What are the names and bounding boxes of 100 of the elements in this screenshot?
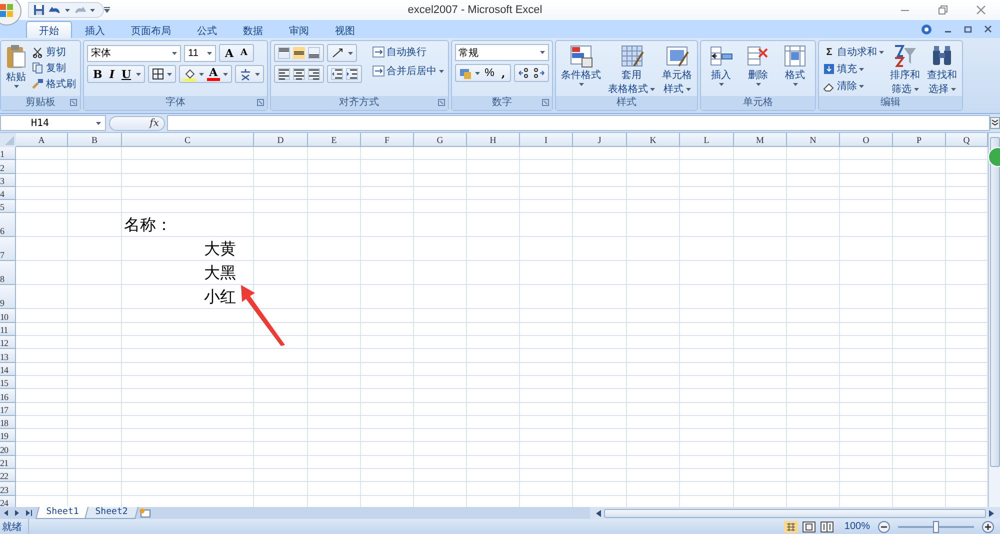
sheet-tab[interactable]: Sheet2: [84, 507, 138, 519]
ribbon-button[interactable]: 单元格 样式: [660, 44, 694, 96]
underline-button[interactable]: U: [119, 68, 134, 80]
insert-function-button[interactable]: fx: [109, 116, 165, 130]
ribbon-button[interactable]: 清除: [822, 78, 886, 94]
row-header[interactable]: 20: [0, 442, 16, 456]
row-header[interactable]: 13: [0, 349, 16, 363]
row-header[interactable]: 23: [0, 482, 16, 496]
font-color-button[interactable]: A: [207, 67, 220, 81]
help-icon[interactable]: [921, 24, 932, 34]
ribbon-button[interactable]: 填充: [822, 61, 886, 77]
row-header[interactable]: 8: [0, 261, 16, 286]
zoom-out-icon[interactable]: [878, 520, 890, 532]
row-header[interactable]: 5: [0, 200, 16, 214]
row-header[interactable]: 12: [0, 336, 16, 350]
row-header[interactable]: 10: [0, 309, 16, 323]
ribbon-button[interactable]: 排序和 筛选: [888, 44, 922, 96]
last-sheet-icon[interactable]: [26, 509, 33, 517]
dialog-launcher-icon[interactable]: [70, 99, 77, 106]
ribbon-button[interactable]: 复制: [31, 60, 77, 76]
font-name-dropdown[interactable]: 宋体: [87, 44, 181, 62]
ribbon-button[interactable]: 套用 表格格式: [606, 44, 658, 96]
restore-icon[interactable]: [964, 25, 972, 33]
restore-icon[interactable]: [938, 5, 948, 15]
expand-icon[interactable]: [990, 117, 1000, 129]
scroll-thumb[interactable]: [990, 137, 1000, 467]
ribbon-tab[interactable]: 插入: [72, 21, 118, 38]
row-header[interactable]: 3: [0, 174, 16, 187]
row-header[interactable]: 19: [0, 429, 16, 442]
column-header[interactable]: C: [122, 133, 254, 147]
column-header[interactable]: K: [627, 133, 680, 147]
row-header[interactable]: 18: [0, 416, 16, 430]
row-header[interactable]: 7: [0, 237, 16, 262]
name-box[interactable]: H14: [0, 115, 106, 131]
ribbon-button[interactable]: 插入: [704, 44, 738, 86]
row-header[interactable]: 21: [0, 456, 16, 470]
zoom-level[interactable]: 100%: [844, 521, 870, 532]
decrease-decimal-icon[interactable]: [533, 67, 546, 79]
customize-icon[interactable]: [104, 7, 110, 13]
column-header[interactable]: J: [573, 133, 627, 147]
column-header[interactable]: G: [414, 133, 467, 147]
slider-thumb[interactable]: [933, 520, 939, 532]
vertical-scrollbar[interactable]: [988, 133, 1000, 507]
ribbon-tab[interactable]: 审阅: [276, 21, 322, 38]
ribbon-button[interactable]: 条件格式: [559, 44, 604, 86]
ribbon-button[interactable]: 合并后居中: [370, 63, 445, 79]
column-header[interactable]: L: [680, 133, 734, 147]
page-break-icon[interactable]: [820, 520, 834, 532]
column-header[interactable]: I: [520, 133, 573, 147]
column-header[interactable]: H: [467, 133, 520, 147]
grow-font-button[interactable]: A: [223, 46, 236, 60]
column-header[interactable]: M: [734, 133, 787, 147]
italic-button[interactable]: I: [107, 68, 116, 80]
bold-button[interactable]: B: [91, 68, 104, 80]
previous-sheet-icon[interactable]: [4, 509, 11, 517]
number-format-dropdown[interactable]: 常规: [454, 44, 549, 61]
column-header[interactable]: O: [840, 133, 893, 147]
ribbon-tab[interactable]: 页面布局: [118, 21, 184, 38]
ribbon-button[interactable]: 格式: [778, 44, 812, 86]
column-header[interactable]: E: [308, 133, 361, 147]
new-sheet-icon[interactable]: [138, 508, 152, 518]
row-header[interactable]: 9: [0, 285, 16, 310]
row-header[interactable]: 24: [0, 496, 16, 507]
column-header[interactable]: B: [68, 133, 122, 147]
column-header[interactable]: N: [787, 133, 840, 147]
comma-button[interactable]: ,: [499, 66, 508, 80]
row-header[interactable]: 14: [0, 362, 16, 376]
column-header[interactable]: P: [893, 133, 946, 147]
row-header[interactable]: 4: [0, 186, 16, 200]
save-icon[interactable]: [33, 4, 45, 16]
page-layout-icon[interactable]: [802, 520, 816, 532]
row-header[interactable]: 6: [0, 213, 16, 238]
sheet-tab[interactable]: Sheet1: [35, 507, 90, 519]
paste-button[interactable]: 粘贴: [4, 44, 28, 88]
scroll-thumb[interactable]: [604, 508, 986, 518]
font-size-dropdown[interactable]: 11: [184, 44, 216, 62]
column-header[interactable]: F: [361, 133, 414, 147]
row-header[interactable]: 2: [0, 160, 16, 174]
fill-color-icon[interactable]: [183, 68, 196, 80]
normal-view-icon[interactable]: [784, 520, 798, 532]
ribbon-button[interactable]: 自动换行: [370, 44, 445, 60]
scroll-right-icon[interactable]: [989, 510, 994, 516]
ribbon-button[interactable]: Σ 自动求和: [822, 44, 886, 60]
scroll-left-icon[interactable]: [596, 510, 601, 516]
ribbon-button[interactable]: 剪切: [31, 44, 77, 60]
ribbon-tab[interactable]: 数据: [230, 21, 276, 38]
horizontal-scrollbar[interactable]: [590, 507, 1000, 519]
row-header[interactable]: 1: [0, 147, 16, 160]
ribbon-button[interactable]: 格式刷: [31, 76, 77, 92]
dialog-launcher-icon[interactable]: [256, 99, 264, 106]
row-header[interactable]: 11: [0, 322, 16, 336]
column-header[interactable]: Q: [946, 133, 988, 147]
row-header[interactable]: 16: [0, 389, 16, 403]
row-header[interactable]: 15: [0, 376, 16, 390]
ribbon-button[interactable]: 查找和 选择: [925, 44, 960, 96]
zoom-in-icon[interactable]: [982, 520, 994, 532]
close-icon[interactable]: [976, 5, 986, 15]
percent-button[interactable]: %: [482, 67, 496, 79]
increase-decimal-icon[interactable]: [518, 67, 530, 79]
dialog-launcher-icon[interactable]: [542, 99, 550, 106]
